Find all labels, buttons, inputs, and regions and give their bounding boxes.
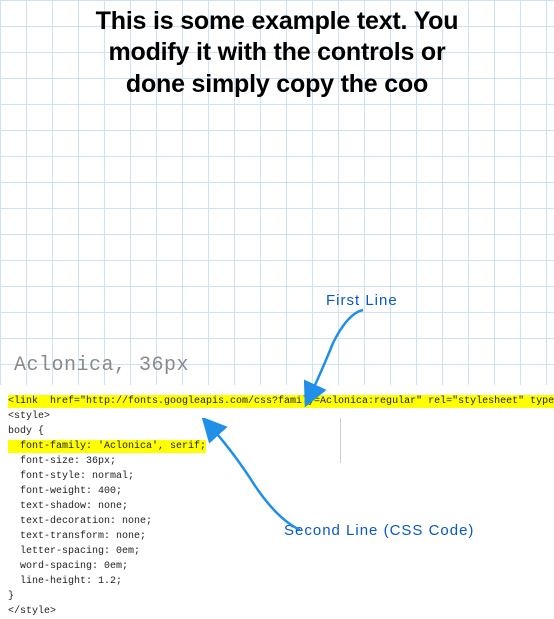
annotation-first-line: First Line (326, 292, 398, 309)
code-text-shadow: text-shadow: none; (8, 501, 128, 512)
example-text-line3: done simply copy the coo (10, 69, 544, 100)
code-body-close: } (8, 591, 14, 602)
code-link-line: <link href="http://fonts.googleapis.com/… (8, 395, 554, 408)
example-text-line2: modify it with the controls or (10, 37, 544, 68)
example-text-block: This is some example text. You modify it… (0, 6, 554, 100)
example-text-line1: This is some example text. You (10, 6, 544, 37)
code-style-open: <style> (8, 411, 50, 422)
font-label: Aclonica, 36px (14, 354, 189, 377)
code-body-open: body { (8, 426, 44, 437)
code-font-style: font-style: normal; (8, 471, 134, 482)
code-style-close: </style> (8, 606, 56, 617)
code-letter-spacing: letter-spacing: 0em; (8, 546, 140, 557)
code-font-size: font-size: 36px; (8, 456, 116, 467)
vertical-separator (340, 418, 341, 463)
code-line-height: line-height: 1.2; (8, 576, 122, 587)
code-font-weight: font-weight: 400; (8, 486, 122, 497)
code-font-family: font-family: 'Aclonica', serif; (8, 440, 206, 453)
code-word-spacing: word-spacing: 0em; (8, 561, 128, 572)
annotation-second-line: Second Line (CSS Code) (284, 522, 474, 539)
css-code-block: <link href="http://fonts.googleapis.com/… (8, 394, 548, 619)
code-text-decoration: text-decoration: none; (8, 516, 152, 527)
code-text-transform: text-transform: none; (8, 531, 146, 542)
